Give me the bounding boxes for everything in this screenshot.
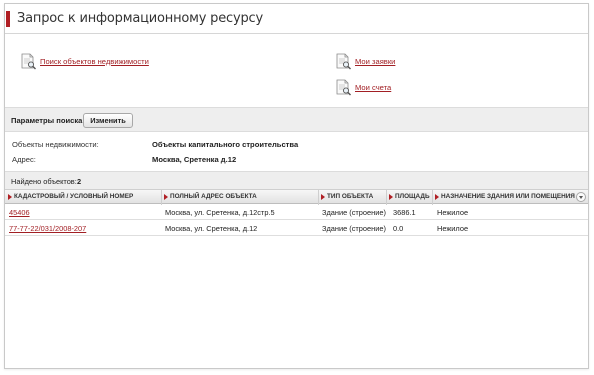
page-title: Запрос к информационному ресурсу [17, 11, 263, 26]
criteria-value: Москва, Сретенка д.12 [152, 155, 237, 164]
cadastral-number-link[interactable]: 77-77-22/031/2008-207 [9, 224, 86, 233]
sort-arrow-icon [435, 193, 439, 200]
title-accent-bar [6, 11, 10, 27]
search-params-bar: Параметры поиска Изменить [5, 107, 588, 132]
results-count-label: Найдено объектов: [11, 177, 77, 186]
title-bar: Запрос к информационному ресурсу [5, 4, 588, 34]
sort-arrow-icon [389, 193, 393, 200]
cell-purpose: Нежилое [437, 224, 469, 233]
cell-area: 3686.1 [393, 208, 416, 217]
cell-object-type: Здание (строение) [322, 208, 386, 217]
criteria-value: Объекты капитального строительства [152, 140, 299, 149]
results-table: КАДАСТРОВЫЙ / УСЛОВНЫЙ НОМЕР ПОЛНЫЙ АДРЕ… [5, 189, 588, 236]
quick-links: Поиск объектов недвижимости Мои заявки М… [5, 35, 588, 103]
link-my-invoices-label[interactable]: Мои счета [355, 83, 391, 92]
cell-object-type: Здание (строение) [322, 224, 386, 233]
link-my-invoices[interactable]: Мои счета [335, 79, 391, 96]
cell-area: 0.0 [393, 224, 404, 233]
sort-arrow-icon [8, 193, 12, 200]
column-header-object-type[interactable]: ТИП ОБЪЕКТА [321, 193, 373, 200]
document-search-icon [20, 53, 37, 70]
table-header: КАДАСТРОВЫЙ / УСЛОВНЫЙ НОМЕР ПОЛНЫЙ АДРЕ… [5, 189, 588, 205]
results-count-value: 2 [77, 177, 82, 186]
column-header-cadastral-number[interactable]: КАДАСТРОВЫЙ / УСЛОВНЫЙ НОМЕР [8, 193, 133, 200]
cadastral-number-link[interactable]: 45406 [9, 208, 30, 217]
column-header-purpose[interactable]: НАЗНАЧЕНИЕ ЗДАНИЯ ИЛИ ПОМЕЩЕНИЯ [435, 193, 575, 200]
column-header-area[interactable]: ПЛОЩАДЬ [389, 193, 430, 200]
criteria-label: Адрес: [12, 155, 36, 164]
cell-address: Москва, ул. Сретенка, д.12стр.5 [165, 208, 275, 217]
cell-purpose: Нежилое [437, 208, 469, 217]
column-divider[interactable] [161, 190, 162, 205]
criteria-label: Объекты недвижимости: [12, 140, 99, 149]
change-params-button[interactable]: Изменить [83, 113, 133, 128]
column-divider[interactable] [386, 190, 387, 205]
sort-arrow-icon [164, 193, 168, 200]
link-my-requests-label[interactable]: Мои заявки [355, 57, 395, 66]
column-divider[interactable] [318, 190, 319, 205]
link-search-objects-label[interactable]: Поиск объектов недвижимости [40, 57, 149, 66]
link-my-requests[interactable]: Мои заявки [335, 53, 395, 70]
document-search-icon [335, 53, 352, 70]
search-params-label: Параметры поиска [11, 116, 83, 125]
results-count-bar: Найдено объектов: 2 [5, 171, 588, 189]
column-menu-icon[interactable] [576, 192, 586, 202]
cell-cadastral-number[interactable]: 77-77-22/031/2008-207 [9, 224, 86, 233]
table-row[interactable]: 77-77-22/031/2008-207 Москва, ул. Сретен… [5, 220, 588, 236]
sort-arrow-icon [321, 193, 325, 200]
link-search-objects[interactable]: Поиск объектов недвижимости [20, 53, 149, 70]
main-panel: Запрос к информационному ресурсу Поиск о… [4, 3, 589, 369]
search-criteria: Объекты недвижимости: Объекты капитально… [5, 132, 588, 172]
column-divider[interactable] [432, 190, 433, 205]
cell-cadastral-number[interactable]: 45406 [9, 208, 30, 217]
cell-address: Москва, ул. Сретенка, д.12 [165, 224, 258, 233]
column-header-full-address[interactable]: ПОЛНЫЙ АДРЕС ОБЪЕКТА [164, 193, 257, 200]
table-row[interactable]: 45406 Москва, ул. Сретенка, д.12стр.5 Зд… [5, 204, 588, 220]
document-search-icon [335, 79, 352, 96]
